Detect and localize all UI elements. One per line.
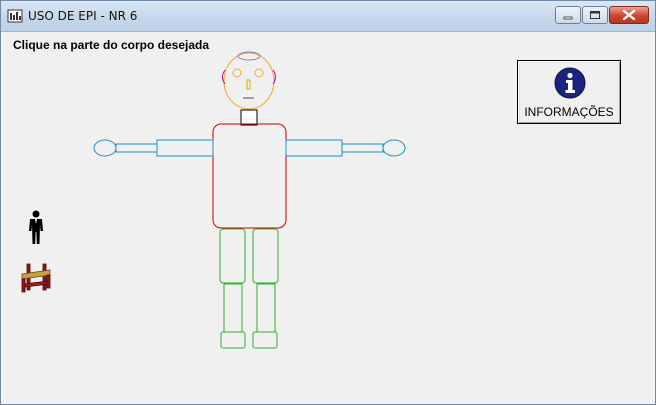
right-forearm: [341, 143, 384, 153]
info-icon: [554, 67, 586, 99]
head-outline: [223, 52, 275, 110]
close-button[interactable]: [609, 6, 649, 24]
left-foot: [220, 331, 246, 349]
app-icon: [7, 9, 23, 23]
maximize-button[interactable]: [582, 6, 608, 24]
left-leg-part[interactable]: [219, 228, 246, 349]
right-thigh: [252, 228, 279, 284]
maximize-icon: [590, 11, 600, 19]
right-arm-part[interactable]: [285, 139, 406, 157]
nose: [246, 79, 251, 90]
close-icon: [622, 9, 636, 21]
right-foot: [252, 331, 278, 349]
left-arm-part[interactable]: [93, 139, 214, 157]
client-area: Clique na parte do corpo desejada INFORM…: [1, 32, 655, 404]
title-bar[interactable]: USO DE EPI - NR 6: [1, 1, 655, 32]
info-button[interactable]: INFORMAÇÕES: [517, 60, 621, 124]
right-upper-arm: [285, 139, 343, 157]
left-hand: [93, 139, 117, 157]
left-eye: [232, 68, 242, 78]
minimize-icon: [563, 16, 573, 20]
person-icon[interactable]: [27, 210, 45, 246]
left-shin: [223, 283, 243, 333]
neck-part[interactable]: [240, 109, 258, 126]
torso-part[interactable]: [212, 123, 287, 229]
left-thigh: [219, 228, 246, 284]
head-part[interactable]: [223, 51, 275, 110]
right-hand: [382, 139, 406, 157]
left-upper-arm: [156, 139, 214, 157]
minimize-button[interactable]: [555, 6, 581, 24]
right-leg-part[interactable]: [252, 228, 279, 349]
right-shin: [256, 283, 276, 333]
app-window: USO DE EPI - NR 6 Clique na parte do cor…: [0, 0, 656, 405]
window-title: USO DE EPI - NR 6: [28, 9, 138, 23]
left-forearm: [115, 143, 158, 153]
right-eye: [254, 68, 264, 78]
window-controls: [555, 6, 649, 26]
table-icon[interactable]: [19, 260, 53, 294]
info-button-label: INFORMAÇÕES: [524, 105, 614, 119]
